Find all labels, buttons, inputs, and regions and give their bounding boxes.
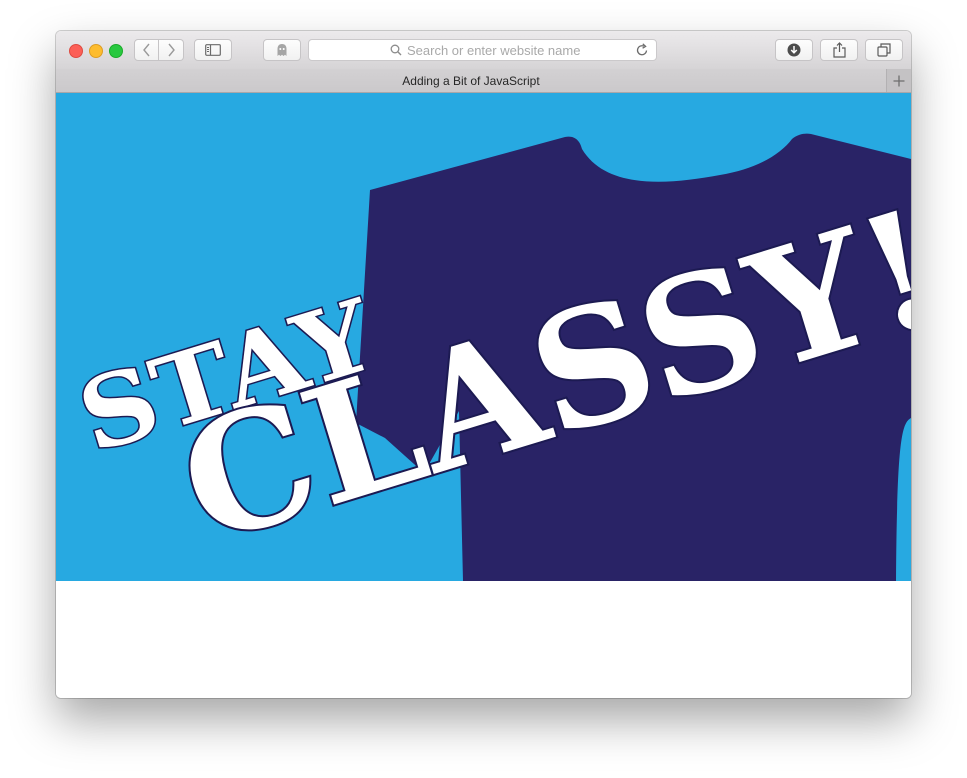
tabs-overview-icon (877, 43, 891, 57)
maximize-window-button[interactable] (109, 44, 123, 58)
share-button[interactable] (820, 39, 858, 61)
reload-icon[interactable] (636, 43, 649, 57)
close-window-button[interactable] (69, 44, 83, 58)
address-placeholder: Search or enter website name (407, 43, 581, 58)
back-button[interactable] (134, 39, 159, 61)
download-icon (787, 43, 801, 57)
address-bar[interactable]: Search or enter website name (308, 39, 657, 61)
tab-overview-button[interactable] (865, 39, 903, 61)
hero-illustration: STAY CLASSY! (65, 133, 911, 581)
private-browsing-button[interactable] (263, 39, 301, 61)
downloads-button[interactable] (775, 39, 813, 61)
sidebar-toggle-button[interactable] (194, 39, 232, 61)
tab-bar: Adding a Bit of JavaScript (56, 69, 911, 93)
page-content: STAY CLASSY! (56, 93, 911, 698)
plus-icon (893, 75, 905, 86)
sidebar-icon (205, 44, 221, 56)
new-tab-button[interactable] (886, 69, 911, 92)
minimize-window-button[interactable] (89, 44, 103, 58)
tab-active[interactable]: Adding a Bit of JavaScript (56, 74, 886, 88)
ghost-icon (277, 44, 287, 56)
browser-toolbar: Search or enter website name (56, 31, 911, 70)
forward-button[interactable] (159, 39, 184, 61)
browser-window: Search or enter website name Adding a Bi… (56, 31, 911, 698)
share-icon (832, 42, 846, 58)
chevron-left-icon (142, 43, 150, 57)
chevron-right-icon (168, 43, 175, 57)
hero-banner: STAY CLASSY! (56, 93, 911, 581)
search-icon (390, 44, 402, 56)
